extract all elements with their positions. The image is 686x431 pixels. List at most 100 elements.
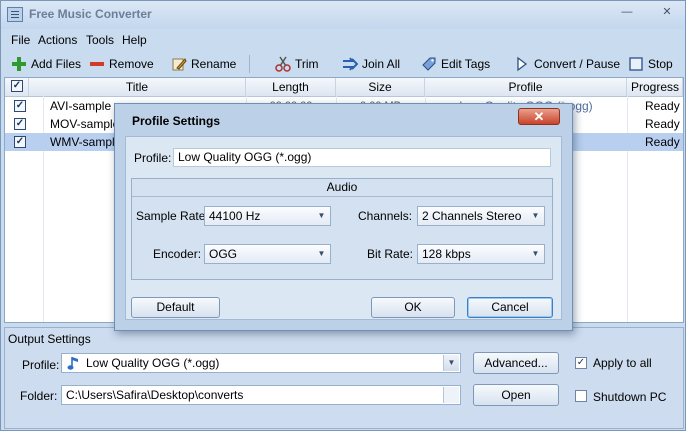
encoder-label: Encoder: (153, 247, 202, 261)
folder-path-input[interactable]: C:\Users\Safira\Desktop\converts (61, 385, 461, 405)
row-checkbox[interactable]: ✓ (14, 118, 26, 130)
trim-label: Trim (295, 57, 319, 71)
column-profile[interactable]: Profile (425, 78, 627, 96)
folder-path-value: C:\Users\Safira\Desktop\converts (66, 388, 244, 402)
audio-group: Audio Sample Rate: 44100 Hz ▼ Channels: … (131, 178, 553, 280)
plus-icon (11, 56, 27, 72)
group-divider (132, 196, 552, 197)
output-profile-value: Low Quality OGG (*.ogg) (86, 356, 220, 370)
menu-tools[interactable]: Tools (86, 33, 114, 47)
file-list-header: ✓ Title Length Size Profile Progress (5, 78, 683, 97)
cancel-button[interactable]: Cancel (467, 297, 553, 318)
title-bar[interactable]: Free Music Converter — ✕ (1, 1, 685, 29)
add-files-label: Add Files (31, 57, 82, 71)
row-progress: Ready (645, 135, 680, 149)
browse-folder-button[interactable] (443, 387, 459, 403)
menu-bar: File Actions Tools Help (1, 29, 685, 51)
encoder-value: OGG (209, 247, 238, 261)
scissors-icon (275, 56, 291, 72)
stop-label: Stop (648, 57, 673, 71)
row-progress: Ready (645, 117, 680, 131)
stop-button[interactable]: Stop (628, 55, 673, 73)
dialog-title: Profile Settings (132, 114, 221, 128)
apply-to-all-checkbox[interactable]: ✓ (575, 357, 587, 369)
menu-help[interactable]: Help (122, 33, 147, 47)
profile-settings-dialog: Profile Settings ✕ Profile: Low Quality … (114, 103, 573, 331)
chevron-down-icon[interactable]: ▼ (314, 246, 329, 262)
row-title: AVI-sample (50, 99, 112, 113)
ok-button[interactable]: OK (371, 297, 455, 318)
audio-group-title: Audio (326, 180, 358, 194)
toolbar-separator (249, 55, 250, 73)
remove-button[interactable]: Remove (89, 55, 154, 73)
default-button[interactable]: Default (131, 297, 220, 318)
minimize-button[interactable]: — (616, 5, 638, 21)
tag-icon (421, 56, 437, 72)
column-size[interactable]: Size (336, 78, 425, 96)
convert-pause-button[interactable]: Convert / Pause (514, 55, 620, 73)
app-window: Free Music Converter — ✕ File Actions To… (0, 0, 686, 431)
channels-label: Channels: (358, 209, 413, 223)
encoder-dropdown[interactable]: OGG ▼ (204, 244, 331, 264)
app-title: Free Music Converter (29, 7, 152, 21)
stop-icon (628, 56, 644, 72)
menu-file[interactable]: File (11, 33, 30, 47)
column-progress[interactable]: Progress (627, 78, 683, 96)
join-all-button[interactable]: Join All (342, 55, 400, 73)
channels-value: 2 Channels Stereo (422, 209, 522, 223)
column-title[interactable]: Title (29, 78, 246, 96)
pencil-icon (171, 56, 187, 72)
row-title: WMV-sample (50, 135, 122, 149)
output-profile-dropdown[interactable]: Low Quality OGG (*.ogg) ▼ (61, 353, 461, 373)
join-all-label: Join All (362, 57, 401, 71)
music-note-icon (67, 355, 81, 376)
row-title: MOV-sample (50, 117, 120, 131)
rename-label: Rename (191, 57, 237, 71)
bitrate-value: 128 kbps (422, 247, 471, 261)
list-icon[interactable] (7, 7, 23, 22)
add-files-button[interactable]: Add Files (11, 55, 81, 73)
output-settings-title: Output Settings (8, 332, 91, 346)
chevron-down-icon[interactable]: ▼ (528, 208, 543, 224)
open-button[interactable]: Open (473, 384, 559, 406)
play-icon (514, 56, 530, 72)
select-all-checkbox[interactable]: ✓ (11, 80, 23, 92)
header-select-all[interactable]: ✓ (5, 78, 29, 96)
channels-dropdown[interactable]: 2 Channels Stereo ▼ (417, 206, 545, 226)
close-button[interactable]: ✕ (649, 5, 685, 21)
folder-label: Folder: (20, 389, 58, 403)
sample-rate-label: Sample Rate: (136, 209, 209, 223)
output-profile-label: Profile: (22, 358, 60, 372)
rename-button[interactable]: Rename (171, 55, 236, 73)
shutdown-pc-label: Shutdown PC (593, 390, 667, 404)
dialog-profile-input[interactable]: Low Quality OGG (*.ogg) (173, 148, 551, 167)
advanced-button[interactable]: Advanced... (473, 352, 559, 374)
dialog-profile-value: Low Quality OGG (*.ogg) (178, 150, 312, 164)
remove-label: Remove (109, 57, 154, 71)
dialog-close-button[interactable]: ✕ (518, 108, 560, 125)
sample-rate-value: 44100 Hz (209, 209, 261, 223)
convert-pause-label: Convert / Pause (534, 57, 621, 71)
edit-tags-label: Edit Tags (441, 57, 491, 71)
trim-button[interactable]: Trim (275, 55, 319, 73)
dialog-body: Profile: Low Quality OGG (*.ogg) Audio S… (125, 136, 562, 320)
bitrate-dropdown[interactable]: 128 kbps ▼ (417, 244, 545, 264)
bitrate-label: Bit Rate: (367, 247, 414, 261)
chevron-down-icon[interactable]: ▼ (443, 355, 459, 371)
arrows-icon (342, 56, 359, 72)
row-checkbox[interactable]: ✓ (14, 136, 26, 148)
output-settings-panel: Output Settings Profile: Low Quality OGG… (4, 327, 684, 429)
shutdown-pc-checkbox[interactable] (575, 390, 587, 402)
row-checkbox[interactable]: ✓ (14, 100, 26, 112)
column-length[interactable]: Length (246, 78, 336, 96)
apply-to-all-label: Apply to all (593, 356, 652, 370)
dialog-profile-label: Profile: (134, 151, 172, 165)
edit-tags-button[interactable]: Edit Tags (421, 55, 490, 73)
chevron-down-icon[interactable]: ▼ (528, 246, 543, 262)
minus-icon (89, 56, 105, 72)
menu-actions[interactable]: Actions (38, 33, 77, 47)
chevron-down-icon[interactable]: ▼ (314, 208, 329, 224)
row-progress: Ready (645, 99, 680, 113)
sample-rate-dropdown[interactable]: 44100 Hz ▼ (204, 206, 331, 226)
toolbar: Add Files Remove Rename Trim Join All Ed… (1, 51, 685, 77)
